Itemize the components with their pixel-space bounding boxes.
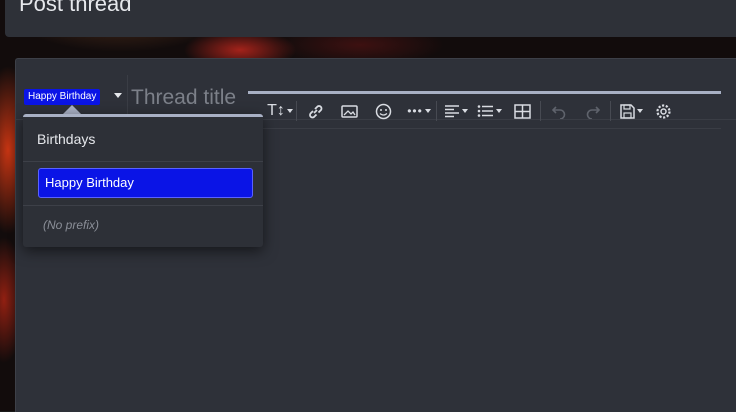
toolbar-divider <box>540 101 541 121</box>
chevron-down-icon[interactable] <box>114 93 122 98</box>
prefix-dropdown-menu: Birthdays Happy Birthday (No prefix) <box>23 114 263 247</box>
editor-toolbar: T↕ ••• <box>248 94 721 129</box>
text-size-icon[interactable]: T↕ <box>266 94 294 128</box>
link-icon[interactable] <box>304 94 326 128</box>
table-icon[interactable] <box>511 94 533 128</box>
toolbar-divider <box>610 101 611 121</box>
prefix-option-none[interactable]: (No prefix) <box>43 218 99 232</box>
toolbar-divider <box>296 101 297 121</box>
menu-divider <box>23 161 263 162</box>
more-options-icon[interactable]: ••• <box>404 94 434 128</box>
prefix-selector[interactable]: Happy Birthday <box>24 89 101 105</box>
redo-icon[interactable] <box>582 94 604 128</box>
align-icon[interactable] <box>442 94 470 128</box>
toolbar-divider <box>436 101 437 121</box>
drafts-icon[interactable] <box>616 94 646 128</box>
page-title: Post thread <box>19 0 132 16</box>
menu-group-label: Birthdays <box>37 131 96 147</box>
undo-icon[interactable] <box>548 94 570 128</box>
prefix-option-happy-birthday[interactable]: Happy Birthday <box>38 168 253 198</box>
divider <box>127 75 128 119</box>
image-icon[interactable] <box>338 94 360 128</box>
page-header: Post thread <box>5 0 736 37</box>
settings-icon[interactable] <box>652 94 674 128</box>
smilie-icon[interactable] <box>372 94 394 128</box>
menu-pointer <box>63 105 81 114</box>
menu-divider <box>23 205 263 206</box>
list-icon[interactable] <box>474 94 504 128</box>
